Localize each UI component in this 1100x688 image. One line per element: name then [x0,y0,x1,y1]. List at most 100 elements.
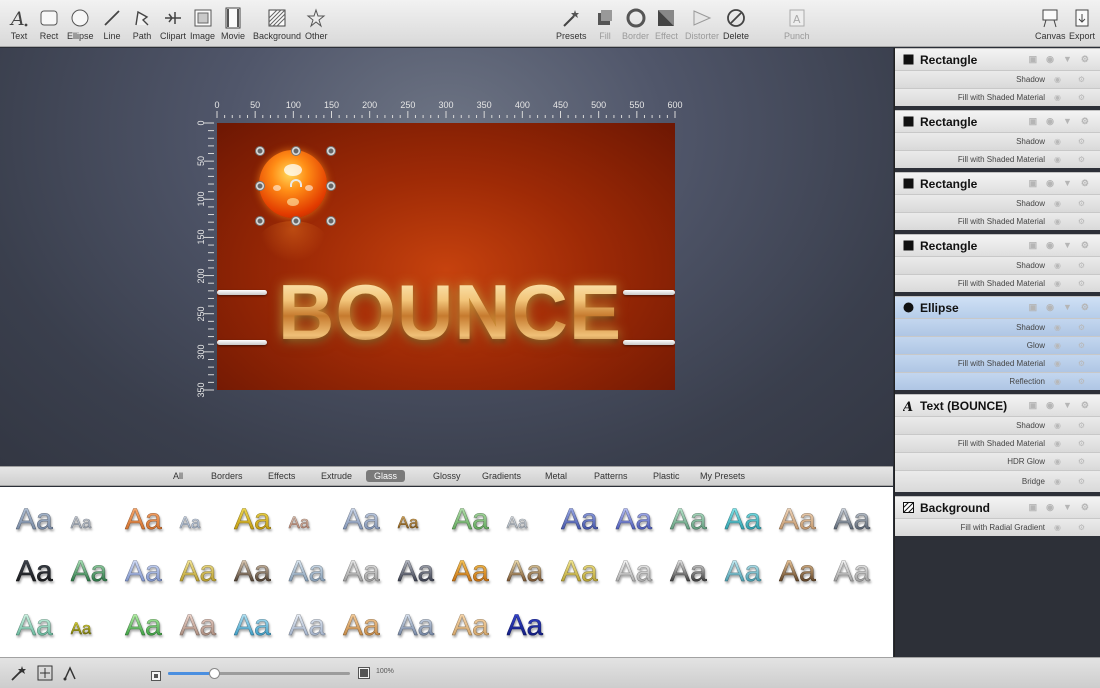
visibility-eye-icon[interactable]: ◉ [1054,435,1061,453]
layer-effect-row[interactable]: HDR Glow ◉ ⚙ [895,452,1100,470]
punch-button[interactable]: A Punch [784,7,810,45]
other-tool-button[interactable]: Other [305,7,328,45]
preset-tab-extrude[interactable]: Extrude [313,470,360,482]
visibility-eye-icon[interactable]: ◉ [1054,151,1061,169]
distorter-button[interactable]: Distorter [685,7,719,45]
preset-sample[interactable]: Aa [670,556,707,587]
preset-tab-plastic[interactable]: Plastic [645,470,688,482]
delete-button[interactable]: Delete [723,7,749,45]
layer-row-rectangle[interactable]: Rectangle ▣ ◉ ▼ ⚙ [895,234,1100,256]
resize-handle-br[interactable] [326,216,336,226]
gear-icon[interactable]: ⚙ [1081,116,1089,127]
ellipse-tool-button[interactable]: Ellipse [67,7,94,45]
visibility-eye-icon[interactable]: ◉ [1054,275,1061,293]
lock-icon[interactable]: ▣ [1029,302,1038,313]
line-tool-button[interactable]: Line [101,7,123,45]
preset-sample[interactable]: Aa [179,556,216,587]
lock-icon[interactable]: ▣ [1029,502,1038,513]
image-tool-button[interactable]: Image [190,7,215,45]
preset-sample[interactable]: Aa [234,504,271,535]
chevron-down-icon[interactable]: ▼ [1063,54,1072,65]
preset-sample[interactable]: Aa [779,556,816,587]
preset-sample[interactable]: Aa [397,610,434,641]
layer-effect-row[interactable]: Shadow ◉ ⚙ [895,318,1100,336]
preset-sample[interactable]: Aa [506,556,543,587]
visibility-eye-icon[interactable]: ◉ [1054,319,1061,337]
gear-icon[interactable]: ⚙ [1081,178,1089,189]
preset-tab-gradients[interactable]: Gradients [474,470,529,482]
preset-sample[interactable]: Aa [397,556,434,587]
gear-icon[interactable]: ⚙ [1081,502,1089,513]
gear-icon[interactable]: ⚙ [1078,213,1085,231]
layer-effect-row[interactable]: Shadow ◉ ⚙ [895,256,1100,274]
visibility-eye-icon[interactable]: ◉ [1046,116,1054,127]
gear-icon[interactable]: ⚙ [1078,355,1085,373]
layer-row-rectangle[interactable]: Rectangle ▣ ◉ ▼ ⚙ [895,172,1100,194]
visibility-eye-icon[interactable]: ◉ [1054,519,1061,537]
gear-icon[interactable]: ⚙ [1081,54,1089,65]
preset-tab-glass[interactable]: Glass [366,470,406,482]
lock-icon[interactable]: ▣ [1029,178,1038,189]
chevron-down-icon[interactable]: ▼ [1063,400,1072,411]
preset-sample[interactable]: Aa [724,504,761,535]
preset-sample[interactable]: Aa [506,514,527,532]
canvas-button[interactable]: Canvas [1035,7,1066,45]
artboard[interactable]: BOUNCE [217,123,675,390]
layer-row-ellipse[interactable]: Ellipse ▣ ◉ ▼ ⚙ [895,296,1100,318]
gear-icon[interactable]: ⚙ [1078,337,1085,355]
preset-sample[interactable]: Aa [125,556,162,587]
preset-sample[interactable]: Aa [724,556,761,587]
text-tool-button[interactable]: A Text [8,7,30,45]
preset-sample[interactable]: Aa [179,514,200,532]
preset-sample[interactable]: Aa [70,620,91,638]
preset-sample[interactable]: Aa [16,504,53,535]
visibility-eye-icon[interactable]: ◉ [1054,257,1061,275]
visibility-eye-icon[interactable]: ◉ [1054,471,1061,493]
layer-row-text-bounce[interactable]: A Text (BOUNCE) ▣ ◉ ▼ ⚙ [895,394,1100,416]
zoom-slider-knob[interactable] [208,668,220,679]
fill-button[interactable]: Fill [594,7,616,45]
preset-sample[interactable]: Aa [506,610,543,641]
preset-sample[interactable]: Aa [397,514,418,532]
gear-icon[interactable]: ⚙ [1078,417,1085,435]
fit-to-window-icon[interactable] [37,665,53,686]
layer-effect-row[interactable]: Fill with Shaded Material ◉ ⚙ [895,354,1100,372]
layer-effect-row[interactable]: Bridge ◉ ⚙ [895,470,1100,492]
visibility-eye-icon[interactable]: ◉ [1046,54,1054,65]
preset-sample[interactable]: Aa [234,556,271,587]
chevron-down-icon[interactable]: ▼ [1063,178,1072,189]
layer-effect-row[interactable]: Reflection ◉ ⚙ [895,372,1100,390]
visibility-eye-icon[interactable]: ◉ [1046,302,1054,313]
preset-tab-borders[interactable]: Borders [203,470,251,482]
visibility-eye-icon[interactable]: ◉ [1054,71,1061,89]
preset-sample[interactable]: Aa [561,504,598,535]
preset-tab-effects[interactable]: Effects [260,470,303,482]
preset-sample[interactable]: Aa [16,610,53,641]
preset-tab-metal[interactable]: Metal [537,470,575,482]
preset-sample[interactable]: Aa [343,610,380,641]
gear-icon[interactable]: ⚙ [1078,453,1085,471]
preset-sample[interactable]: Aa [452,504,489,535]
visibility-eye-icon[interactable]: ◉ [1054,337,1061,355]
lock-icon[interactable]: ▣ [1029,400,1038,411]
preset-sample[interactable]: Aa [70,556,107,587]
visibility-eye-icon[interactable]: ◉ [1046,502,1054,513]
path-tool-button[interactable]: Path [131,7,153,45]
resize-handle-tl[interactable] [255,146,265,156]
visibility-eye-icon[interactable]: ◉ [1054,453,1061,471]
snap-angle-icon[interactable] [62,665,78,686]
preset-sample[interactable]: Aa [70,514,91,532]
lock-icon[interactable]: ▣ [1029,240,1038,251]
preset-sample[interactable]: Aa [343,556,380,587]
visibility-eye-icon[interactable]: ◉ [1054,355,1061,373]
gear-icon[interactable]: ⚙ [1078,195,1085,213]
zoom-in-icon[interactable] [358,666,370,684]
preset-sample[interactable]: Aa [561,556,598,587]
gear-icon[interactable]: ⚙ [1078,319,1085,337]
preset-sample[interactable]: Aa [234,610,271,641]
rect-tool-button[interactable]: Rect [38,7,60,45]
layer-effect-row[interactable]: Fill with Shaded Material ◉ ⚙ [895,434,1100,452]
preset-sample[interactable]: Aa [16,556,53,587]
gear-icon[interactable]: ⚙ [1078,471,1085,493]
layer-effect-row[interactable]: Fill with Shaded Material ◉ ⚙ [895,212,1100,230]
